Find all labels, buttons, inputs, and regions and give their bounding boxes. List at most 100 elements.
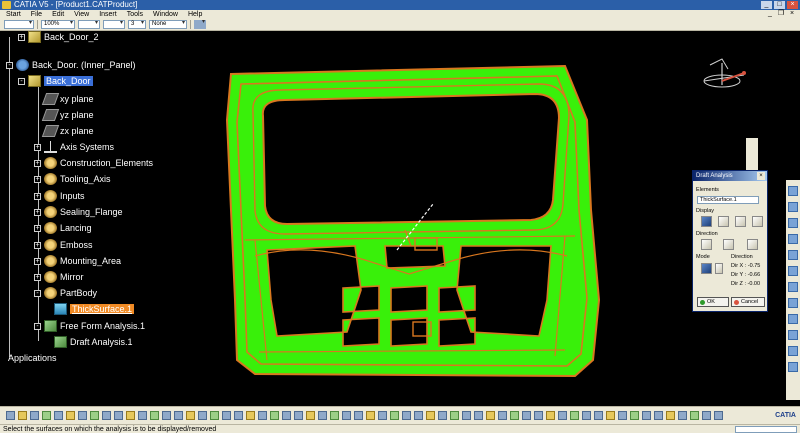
tree-node-mirror[interactable]: + Mirror xyxy=(34,270,84,284)
toolbar-tool-icon[interactable] xyxy=(186,411,195,420)
tree-node-tooling-axis[interactable]: + Tooling_Axis xyxy=(34,172,111,186)
doc-minimize-button[interactable]: _ xyxy=(766,10,774,18)
toolbar-tool-icon[interactable] xyxy=(788,282,798,292)
toolbar-tool-icon[interactable] xyxy=(426,411,435,420)
toolbar-tool-icon[interactable] xyxy=(642,411,651,420)
toolbar-tool-icon[interactable] xyxy=(558,411,567,420)
toolbar-tool-icon[interactable] xyxy=(486,411,495,420)
toolbar-tool-icon[interactable] xyxy=(702,411,711,420)
catia-app-icon[interactable] xyxy=(2,1,11,9)
toolbar-tool-icon[interactable] xyxy=(788,234,798,244)
toolbar-tool-icon[interactable] xyxy=(42,411,51,420)
toolbar-tool-icon[interactable] xyxy=(402,411,411,420)
menu-tools[interactable]: Tools xyxy=(123,10,149,19)
tree-node-inputs[interactable]: + Inputs xyxy=(34,189,85,203)
mode-button[interactable] xyxy=(701,263,712,274)
toolbar-tool-icon[interactable] xyxy=(6,411,15,420)
toolbar-tool-icon[interactable] xyxy=(198,411,207,420)
format-painter-icon[interactable] xyxy=(194,19,206,29)
toolbar-tool-icon[interactable] xyxy=(306,411,315,420)
toolbar-tool-icon[interactable] xyxy=(788,218,798,228)
dialog-title-bar[interactable]: Draft Analysis × xyxy=(693,171,767,181)
toolbar-tool-icon[interactable] xyxy=(678,411,687,420)
compass-direction-button[interactable] xyxy=(701,239,712,250)
expand-icon[interactable]: + xyxy=(34,224,41,232)
toolbar-tool-icon[interactable] xyxy=(618,411,627,420)
toolbar-tool-icon[interactable] xyxy=(654,411,663,420)
tree-node-zx-plane[interactable]: zx plane xyxy=(41,124,94,138)
menu-file[interactable]: File xyxy=(27,10,48,19)
tree-node-yz-plane[interactable]: yz plane xyxy=(41,108,94,122)
menu-insert[interactable]: Insert xyxy=(95,10,123,19)
toolbar-tool-icon[interactable] xyxy=(546,411,555,420)
toolbar-tool-icon[interactable] xyxy=(330,411,339,420)
toolbar-tool-icon[interactable] xyxy=(210,411,219,420)
menu-help[interactable]: Help xyxy=(184,10,208,19)
tree-node-applications[interactable]: Applications xyxy=(8,351,57,365)
select-toolbar[interactable] xyxy=(746,138,758,170)
collapse-icon[interactable]: - xyxy=(34,322,41,330)
toolbar-tool-icon[interactable] xyxy=(630,411,639,420)
expand-icon[interactable]: + xyxy=(34,159,41,167)
toolbar-tool-icon[interactable] xyxy=(462,411,471,420)
toolbar-tool-icon[interactable] xyxy=(66,411,75,420)
expand-icon[interactable]: + xyxy=(34,143,41,151)
toolbar-tool-icon[interactable] xyxy=(318,411,327,420)
point-symbol-combo[interactable]: 3 xyxy=(128,20,146,29)
toolbar-tool-icon[interactable] xyxy=(714,411,723,420)
expand-icon[interactable]: + xyxy=(34,257,41,265)
toolbar-tool-icon[interactable] xyxy=(582,411,591,420)
toolbar-tool-icon[interactable] xyxy=(270,411,279,420)
toolbar-tool-icon[interactable] xyxy=(534,411,543,420)
toolbar-tool-icon[interactable] xyxy=(450,411,459,420)
toolbar-tool-icon[interactable] xyxy=(788,330,798,340)
doc-close-button[interactable]: × xyxy=(788,10,796,18)
toolbar-tool-icon[interactable] xyxy=(378,411,387,420)
toolbar-tool-icon[interactable] xyxy=(54,411,63,420)
ok-button[interactable]: OK xyxy=(697,297,729,307)
on-the-fly-button[interactable] xyxy=(735,216,746,227)
doc-restore-button[interactable]: ❐ xyxy=(777,10,785,18)
collapse-icon[interactable]: - xyxy=(6,61,13,69)
tree-node-xy-plane[interactable]: xy plane xyxy=(41,92,94,106)
toolbar-tool-icon[interactable] xyxy=(390,411,399,420)
expand-icon[interactable]: + xyxy=(34,273,41,281)
color-combo[interactable] xyxy=(4,20,34,29)
draft-analysis-geometry[interactable] xyxy=(215,60,605,380)
toolbar-tool-icon[interactable] xyxy=(438,411,447,420)
toolbar-tool-icon[interactable] xyxy=(90,411,99,420)
menu-edit[interactable]: Edit xyxy=(48,10,70,19)
quick-analysis-button[interactable] xyxy=(718,216,729,227)
full-color-display-button[interactable] xyxy=(701,216,712,227)
expand-icon[interactable]: + xyxy=(34,175,41,183)
tree-node-draft-analysis[interactable]: Draft Analysis.1 xyxy=(54,335,133,349)
expand-icon[interactable]: + xyxy=(34,192,41,200)
toolbar-tool-icon[interactable] xyxy=(366,411,375,420)
elements-field[interactable]: ThickSurface.1 xyxy=(697,196,759,204)
tree-node-thicksurface[interactable]: ThickSurface.1 xyxy=(54,302,135,316)
menu-view[interactable]: View xyxy=(70,10,95,19)
collapse-icon[interactable]: - xyxy=(34,289,41,297)
toolbar-tool-icon[interactable] xyxy=(294,411,303,420)
tree-node-partbody[interactable]: - PartBody xyxy=(34,286,97,300)
collapse-icon[interactable]: - xyxy=(18,77,25,85)
tree-node-axis-systems[interactable]: + Axis Systems xyxy=(34,140,114,154)
menu-window[interactable]: Window xyxy=(149,10,184,19)
line-thickness-combo[interactable] xyxy=(78,20,100,29)
toolbar-tool-icon[interactable] xyxy=(788,266,798,276)
toolbar-tool-icon[interactable] xyxy=(788,298,798,308)
compass-icon[interactable] xyxy=(700,55,755,100)
invert-direction-button[interactable] xyxy=(723,239,734,250)
toolbar-tool-icon[interactable] xyxy=(594,411,603,420)
toolbar-tool-icon[interactable] xyxy=(498,411,507,420)
tree-node-back-door[interactable]: - Back_Door xyxy=(18,74,93,88)
toolbar-tool-icon[interactable] xyxy=(342,411,351,420)
tree-node-lancing[interactable]: + Lancing xyxy=(34,221,92,235)
tree-node-free-form-analysis[interactable]: - Free Form Analysis.1 xyxy=(34,319,145,333)
layer-combo[interactable]: None xyxy=(149,20,187,29)
toolbar-tool-icon[interactable] xyxy=(282,411,291,420)
minimize-button[interactable]: _ xyxy=(761,1,772,9)
toolbar-tool-icon[interactable] xyxy=(78,411,87,420)
toolbar-tool-icon[interactable] xyxy=(474,411,483,420)
toolbar-tool-icon[interactable] xyxy=(788,186,798,196)
